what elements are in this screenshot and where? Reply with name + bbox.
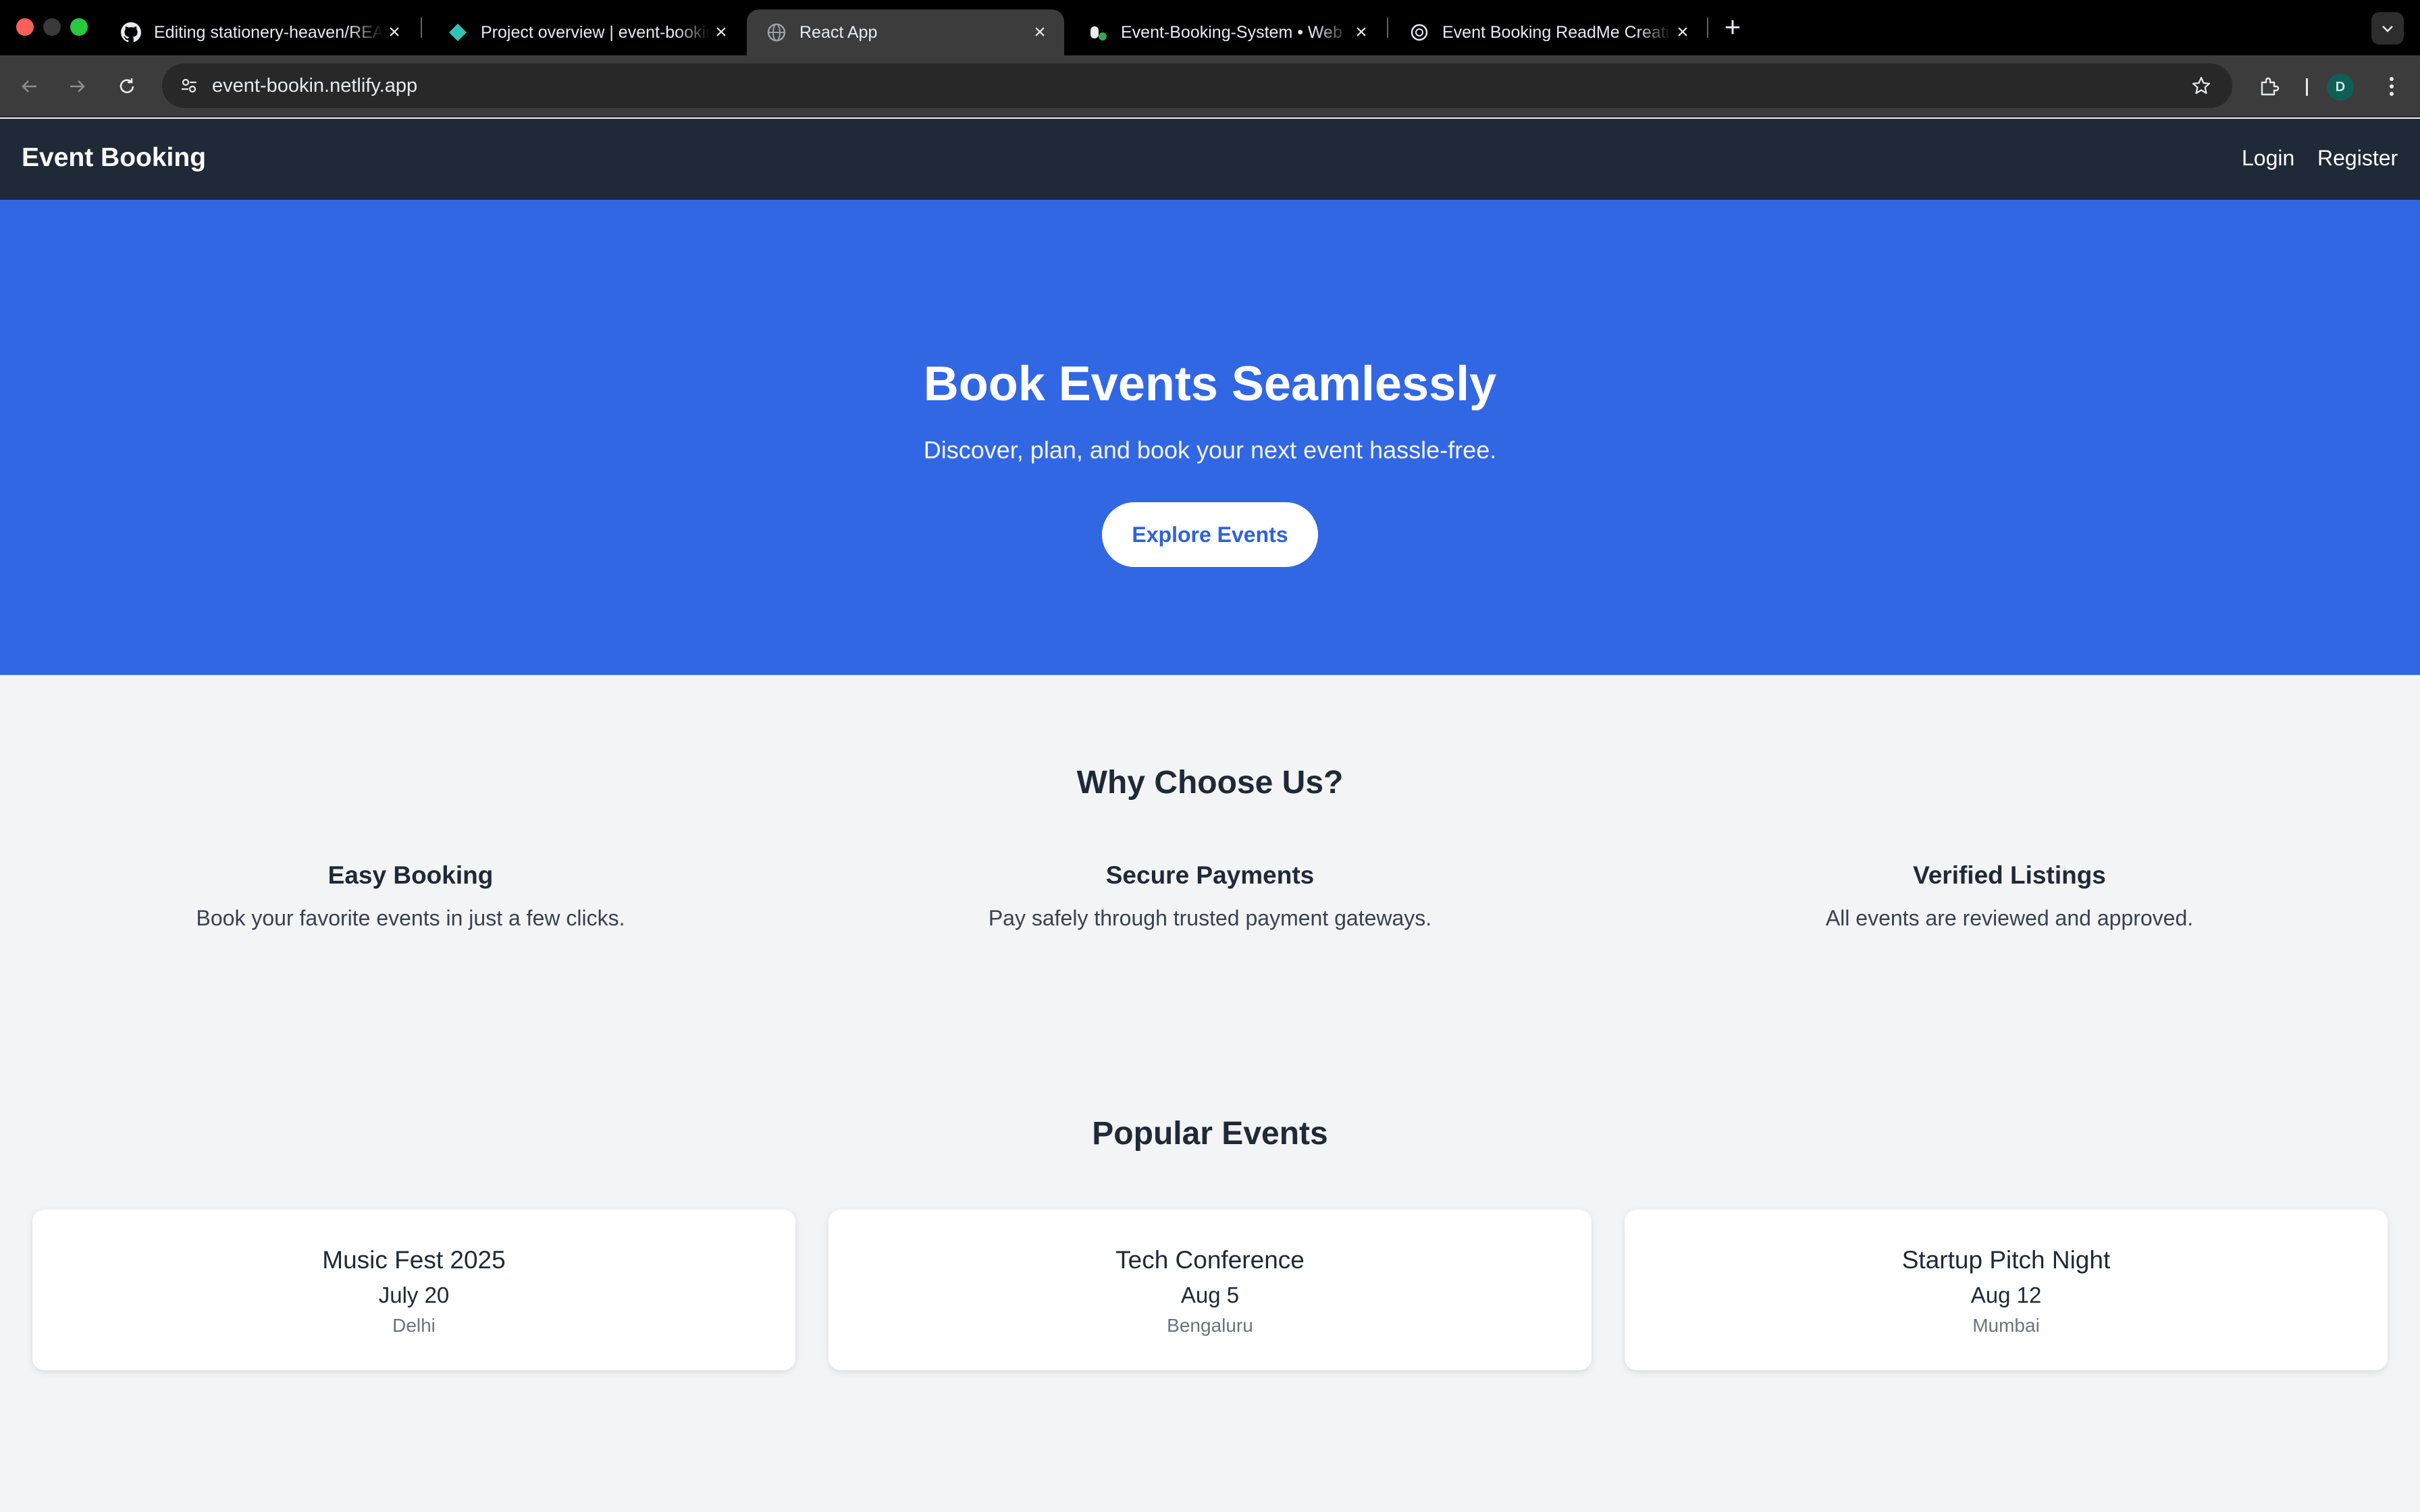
minimize-window-button[interactable] xyxy=(43,18,61,36)
explore-events-button[interactable]: Explore Events xyxy=(1102,502,1318,567)
tab-close-icon[interactable]: × xyxy=(1672,22,1693,43)
tab-title: React App xyxy=(799,22,878,42)
tab-title: Project overview | event-booking xyxy=(481,22,710,42)
openai-icon xyxy=(1409,22,1430,43)
feature-item: Secure Payments Pay safely through trust… xyxy=(872,861,1548,931)
feature-text: Pay safely through trusted payment gatew… xyxy=(988,906,1432,930)
url-text: event-bookin.netlify.app xyxy=(212,74,418,97)
feature-title: Verified Listings xyxy=(1913,861,2106,889)
arrow-left-icon xyxy=(22,80,36,92)
browser-toolbar: event-bookin.netlify.app D xyxy=(0,55,2420,117)
netlify-icon xyxy=(447,22,469,43)
tab-separator xyxy=(421,18,422,38)
tab-separator xyxy=(1707,18,1708,38)
hero-title: Book Events Seamlessly xyxy=(923,357,1497,411)
browser-menu-button[interactable] xyxy=(2375,70,2408,103)
browser-tab[interactable]: Editing stationery-heaven/README.md × xyxy=(101,9,419,55)
event-city: Mumbai xyxy=(1972,1315,2040,1336)
tab-close-icon[interactable]: × xyxy=(384,22,405,43)
event-date: Aug 5 xyxy=(1180,1282,1240,1307)
feature-item: Easy Booking Book your favorite events i… xyxy=(73,861,748,931)
browser-tab[interactable]: Project overview | event-booking × xyxy=(428,9,745,55)
feature-item: Verified Listings All events are reviewe… xyxy=(1672,861,2347,931)
browser-tab-active[interactable]: React App × xyxy=(747,9,1064,55)
event-date: Aug 12 xyxy=(1970,1282,2042,1307)
site-info-icon[interactable] xyxy=(174,71,204,101)
bookmark-star-icon[interactable] xyxy=(2186,71,2216,101)
forward-button[interactable] xyxy=(62,72,92,101)
reload-icon xyxy=(120,78,134,93)
tab-search-button[interactable] xyxy=(2371,12,2404,45)
popular-events-heading: Popular Events xyxy=(1092,1116,1328,1152)
event-city: Bengaluru xyxy=(1167,1315,1253,1336)
profile-avatar[interactable]: D xyxy=(2327,74,2354,101)
close-window-button[interactable] xyxy=(16,18,34,36)
puzzle-icon xyxy=(2261,77,2280,96)
feature-text: Book your favorite events in just a few … xyxy=(196,906,625,930)
render-icon xyxy=(1087,22,1109,43)
hero-section: Book Events Seamlessly Discover, plan, a… xyxy=(0,200,2420,675)
address-bar[interactable]: event-bookin.netlify.app xyxy=(162,63,2232,108)
back-button[interactable] xyxy=(15,72,45,101)
tab-title: Editing stationery-heaven/README.md xyxy=(154,22,384,42)
maximize-window-button[interactable] xyxy=(70,18,88,36)
reload-button[interactable] xyxy=(112,72,142,101)
tab-close-icon[interactable]: × xyxy=(1350,22,1372,43)
arrow-right-icon xyxy=(70,80,85,92)
browser-tab[interactable]: Event-Booking-System • Web × xyxy=(1068,9,1386,55)
tab-separator xyxy=(1387,18,1388,38)
extensions-button[interactable] xyxy=(2253,70,2285,103)
event-city: Delhi xyxy=(392,1315,436,1336)
event-card[interactable]: Tech Conference Aug 5 Bengaluru xyxy=(828,1210,1592,1370)
chevron-down-icon xyxy=(2382,26,2393,32)
event-name: Tech Conference xyxy=(1115,1246,1305,1274)
event-date: July 20 xyxy=(378,1282,450,1307)
tab-close-icon[interactable]: × xyxy=(710,22,732,43)
event-name: Startup Pitch Night xyxy=(1901,1246,2111,1274)
tab-close-icon[interactable]: × xyxy=(1029,22,1051,43)
github-icon xyxy=(120,22,142,43)
event-card[interactable]: Startup Pitch Night Aug 12 Mumbai xyxy=(1625,1210,2388,1370)
feature-title: Secure Payments xyxy=(1105,861,1315,889)
brand-logo-text[interactable]: Event Booking xyxy=(22,143,206,173)
toolbar-divider xyxy=(2306,78,2308,96)
browser-tab[interactable]: Event Booking ReadMe Creation × xyxy=(1390,9,1707,55)
globe-icon xyxy=(766,22,787,43)
tab-title: Event-Booking-System • Web xyxy=(1121,22,1342,42)
more-vertical-icon xyxy=(2390,77,2394,96)
feature-title: Easy Booking xyxy=(327,861,494,889)
event-name: Music Fest 2025 xyxy=(322,1246,506,1274)
login-link[interactable]: Login xyxy=(2242,146,2294,171)
browser-tab-strip: Editing stationery-heaven/README.md × Pr… xyxy=(0,0,2420,55)
site-navbar: Event Booking Login Register xyxy=(0,119,2420,200)
new-tab-button[interactable]: + xyxy=(1719,13,1746,41)
why-choose-us-heading: Why Choose Us? xyxy=(1076,765,1344,801)
register-link[interactable]: Register xyxy=(2317,146,2398,171)
hero-subtitle: Discover, plan, and book your next event… xyxy=(923,436,1497,464)
tab-title: Event Booking ReadMe Creation xyxy=(1442,22,1672,42)
feature-text: All events are reviewed and approved. xyxy=(1825,906,2194,930)
event-card[interactable]: Music Fest 2025 July 20 Delhi xyxy=(32,1210,795,1370)
